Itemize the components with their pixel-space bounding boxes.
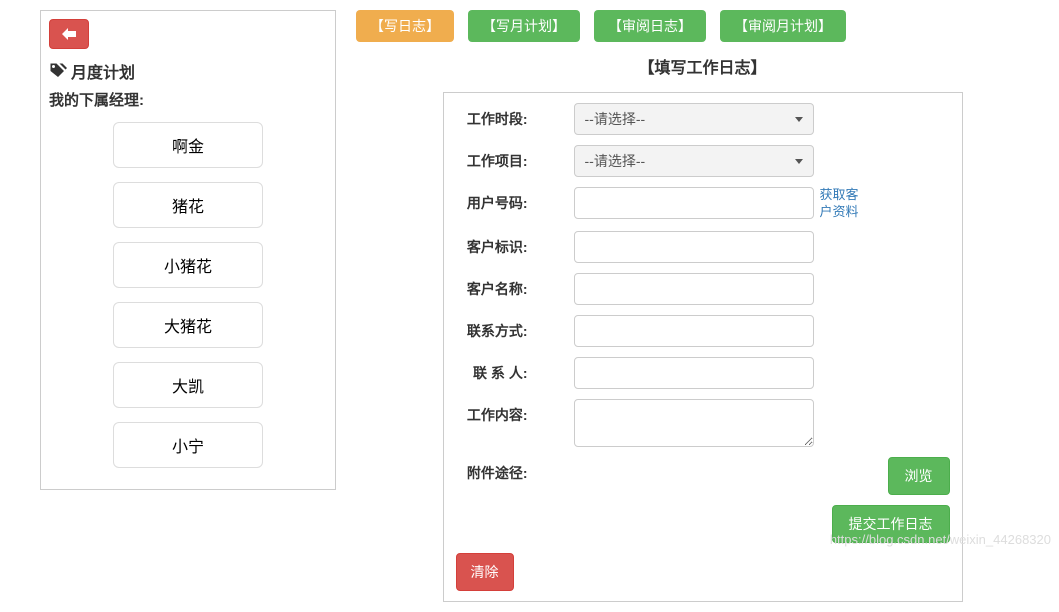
main-panel: 【写日志】 【写月计划】 【审阅日志】 【审阅月计划】 【填写工作日志】 工作时… bbox=[356, 10, 1049, 602]
fetch-customer-link[interactable]: 获取客户资料 bbox=[820, 187, 860, 221]
label-contact-person: 联 系 人: bbox=[456, 357, 528, 383]
watermark: https://blog.csdn.net/weixin_44268320 bbox=[830, 532, 1051, 547]
label-contact-way: 联系方式: bbox=[456, 315, 528, 341]
subordinate-item[interactable]: 猪花 bbox=[113, 182, 263, 228]
input-user-no[interactable] bbox=[574, 187, 814, 219]
label-project: 工作项目: bbox=[456, 145, 528, 171]
arrow-left-icon bbox=[61, 27, 77, 41]
sidebar-scroll[interactable]: 月度计划 我的下属经理: 啊金 猪花 小猪花 大猪花 大凯 小宁 安妮 bbox=[49, 19, 327, 481]
sidebar-panel: 月度计划 我的下属经理: 啊金 猪花 小猪花 大猪花 大凯 小宁 安妮 bbox=[40, 10, 336, 490]
tab-review-log[interactable]: 【审阅日志】 bbox=[594, 10, 706, 42]
section-title-text: 月度计划 bbox=[71, 59, 135, 83]
subordinate-item[interactable]: 大猪花 bbox=[113, 302, 263, 348]
label-content: 工作内容: bbox=[456, 399, 528, 425]
label-cust-name: 客户名称: bbox=[456, 273, 528, 299]
top-tabs: 【写日志】 【写月计划】 【审阅日志】 【审阅月计划】 bbox=[356, 10, 1049, 42]
tab-write-plan[interactable]: 【写月计划】 bbox=[468, 10, 580, 42]
input-contact-way[interactable] bbox=[574, 315, 814, 347]
back-button[interactable] bbox=[49, 19, 89, 49]
select-period-value: --请选择-- bbox=[585, 109, 646, 129]
chevron-down-icon bbox=[795, 159, 803, 164]
input-cust-id[interactable] bbox=[574, 231, 814, 263]
chevron-down-icon bbox=[795, 117, 803, 122]
section-title: 月度计划 bbox=[49, 59, 327, 83]
browse-button[interactable]: 浏览 bbox=[888, 457, 950, 495]
subordinate-item[interactable]: 啊金 bbox=[113, 122, 263, 168]
label-period: 工作时段: bbox=[456, 103, 528, 129]
subordinate-item[interactable]: 小宁 bbox=[113, 422, 263, 468]
tab-write-log[interactable]: 【写日志】 bbox=[356, 10, 454, 42]
select-project[interactable]: --请选择-- bbox=[574, 145, 814, 177]
subordinate-item[interactable]: 大凯 bbox=[113, 362, 263, 408]
label-user-no: 用户号码: bbox=[456, 187, 528, 213]
label-attachment: 附件途径: bbox=[456, 457, 528, 483]
select-period[interactable]: --请选择-- bbox=[574, 103, 814, 135]
clear-button[interactable]: 清除 bbox=[456, 553, 514, 591]
select-project-value: --请选择-- bbox=[585, 151, 646, 171]
input-contact-person[interactable] bbox=[574, 357, 814, 389]
form-card: 工作时段: --请选择-- 工作项目: --请选择-- bbox=[443, 92, 963, 602]
input-cust-name[interactable] bbox=[574, 273, 814, 305]
label-cust-id: 客户标识: bbox=[456, 231, 528, 257]
tab-review-plan[interactable]: 【审阅月计划】 bbox=[720, 10, 846, 42]
subordinate-item[interactable]: 小猪花 bbox=[113, 242, 263, 288]
subtitle: 我的下属经理: bbox=[49, 89, 327, 110]
textarea-content[interactable] bbox=[574, 399, 814, 447]
tags-icon bbox=[49, 62, 67, 80]
form-title: 【填写工作日志】 bbox=[356, 54, 1049, 78]
